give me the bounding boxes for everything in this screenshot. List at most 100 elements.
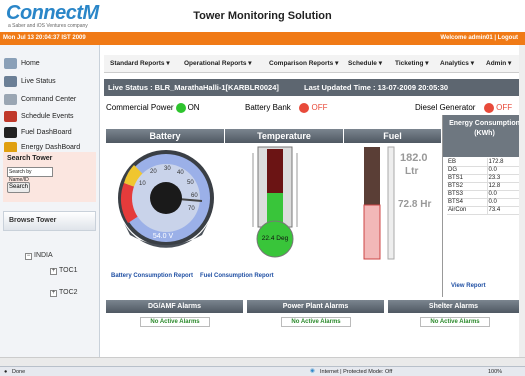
view-report-link[interactable]: View Report [451,283,486,289]
sidebar-item-schedule-events[interactable]: Schedule Events [4,111,96,124]
sidebar-item-label: Fuel DashBoard [21,129,72,136]
diesel-generator-status: Diesel Generator OFF [415,103,512,113]
zoom-level[interactable]: 100% [488,369,502,375]
tree-node-toc1[interactable]: + TOC1 [50,267,78,275]
tree-node-label: TOC2 [59,289,78,296]
browser-status-bar: ● Done ◉ Internet | Protected Mode: Off … [0,366,525,376]
sidebar-item-label: Home [21,60,40,67]
menu-ticketing[interactable]: Ticketing ▾ [395,59,428,70]
menu-operational-reports[interactable]: Operational Reports ▾ [184,59,252,70]
horizontal-scrollbar[interactable] [0,357,525,366]
commercial-power-status: Commercial Power ON [106,103,200,113]
sidebar-item-fuel-dashboard[interactable]: Fuel DashBoard [4,127,96,140]
sidebar-item-command-center[interactable]: Command Center [4,94,96,107]
sidebar-item-label: Schedule Events [21,113,74,120]
last-updated-text: Last Updated Time : 13-07-2009 20:05:30 [304,83,449,92]
row-name: BTS1 [447,174,488,183]
row-name: EB [447,158,488,167]
battery-voltage-value: 54.0 V [152,233,174,240]
diesel-generator-label: Diesel Generator [415,103,476,113]
fuel-hours-value: 72.8 Hr [398,199,432,210]
browse-tower-header: Browse Tower [3,211,96,231]
expand-icon[interactable]: + [50,290,57,297]
row-name: BTS2 [447,182,488,191]
battery-gauge: 10 20 30 40 50 60 70 [106,143,224,263]
welcome-logout-link[interactable]: Welcome admin01 | Logout [440,35,518,41]
live-status-bar: Live Status : BLR_MarathaHalli-1[KARBLR0… [104,79,525,96]
page-title: Tower Monitoring Solution [193,10,332,22]
command-center-icon [4,94,17,105]
home-icon [4,58,17,69]
menu-admin[interactable]: Admin ▾ [486,59,511,70]
svg-text:40: 40 [177,170,184,176]
menu-standard-reports[interactable]: Standard Reports ▾ [110,59,170,70]
row-name: BTS4 [447,198,488,207]
table-row: BTS4 0.0 [447,198,525,207]
battery-bank-label: Battery Bank [245,103,291,113]
live-status-text: Live Status : BLR_MarathaHalli-1[KARBLR0… [108,83,279,92]
sidebar-item-label: Live Status [21,78,56,85]
sidebar-item-label: Command Center [21,96,77,103]
security-zone-text: Internet | Protected Mode: Off [320,369,393,375]
page-header: ConnectM a Saber and iOS Ventures compan… [0,0,525,32]
temperature-panel-title: Temperature [225,129,343,143]
fuel-panel-title: Fuel [344,129,441,143]
sidebar-item-live-status[interactable]: Live Status [4,76,96,89]
battery-panel-title: Battery [106,129,224,143]
battery-consumption-report-link[interactable]: Battery Consumption Report [111,273,193,279]
status-dot-icon [299,103,310,113]
fuel-litres-unit: Ltr [405,166,419,177]
expand-icon[interactable]: + [50,268,57,275]
menu-comparison-reports[interactable]: Comparison Reports ▾ [269,59,338,70]
vertical-scrollbar[interactable] [519,45,525,357]
table-row: BTS1 23.3 [447,174,525,183]
svg-text:10: 10 [139,181,146,187]
svg-text:50: 50 [187,180,194,186]
battery-bank-status: Battery Bank OFF [245,103,327,113]
dg-amf-alarms-title: DG/AMF Alarms [106,300,243,313]
svg-text:70: 70 [188,206,195,212]
tree-node-label: INDIA [34,252,53,259]
internet-zone-icon: ◉ [310,368,315,374]
svg-text:60: 60 [191,193,198,199]
power-plant-alarms-title: Power Plant Alarms [247,300,384,313]
sidebar-item-label: Energy DashBoard [21,144,81,151]
energy-consumption-panel: Energy Consumption (KWh) EB 172.8 DG 0.0 B… [442,115,525,297]
table-row: DG 0.0 [447,166,525,175]
commercial-power-label: Commercial Power [106,103,174,113]
collapse-icon[interactable]: − [25,253,32,260]
tree-node-toc2[interactable]: + TOC2 [50,289,78,297]
table-row: BTS3 0.0 [447,190,525,199]
search-input[interactable]: Search by Name/ID [7,167,53,183]
table-row: EB 172.8 [447,158,525,167]
info-bar: Mon Jul 13 20:04:37 IST 2009 Welcome adm… [0,32,525,45]
status-dot-icon [175,103,186,113]
temperature-value: 22.4 Deg [261,235,289,242]
row-name: BTS3 [447,190,488,199]
menu-analytics[interactable]: Analytics ▾ [440,59,474,70]
table-row: AirCon 73.4 [447,206,525,215]
menu-schedule[interactable]: Schedule ▾ [348,59,382,70]
commercial-power-state: ON [187,103,200,113]
svg-text:20: 20 [150,169,157,175]
row-name: DG [447,166,488,175]
fuel-consumption-report-link[interactable]: Fuel Consumption Report [200,273,274,279]
search-button[interactable]: Search [7,182,30,193]
current-datetime: Mon Jul 13 20:04:37 IST 2009 [3,35,86,41]
fuel-litres-value: 182.0 [400,152,428,164]
row-name: AirCon [447,206,488,215]
search-tower-label: Search Tower [7,155,53,162]
sidebar-item-home[interactable]: Home [4,58,96,71]
svg-text:30: 30 [164,166,171,172]
energy-consumption-title: Energy Consumption (KWh) [443,115,525,157]
status-dot-icon [484,103,495,113]
diesel-generator-state: OFF [496,103,513,113]
table-row: BTS2 12.8 [447,182,525,191]
shelter-alarm-status: No Active Alarms [420,317,490,327]
temperature-gauge [225,143,343,263]
fuel-icon [4,127,17,138]
search-tower-panel: Search Tower Search by Name/ID Search [3,152,96,202]
logo-subtitle: a Saber and iOS Ventures company [8,23,88,29]
tree-node-india[interactable]: − INDIA [25,252,53,260]
shelter-alarms-title: Shelter Alarms [388,300,519,313]
